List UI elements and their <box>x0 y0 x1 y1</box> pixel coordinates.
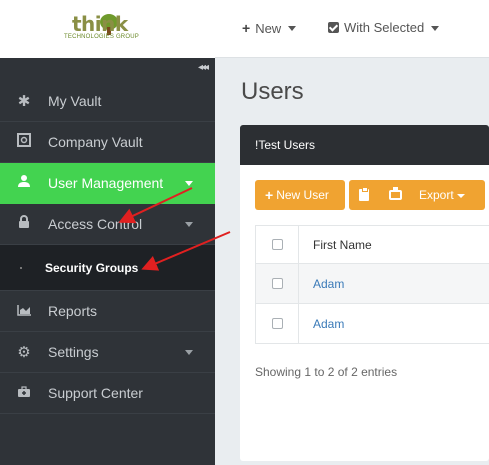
chevron-down-icon <box>431 25 440 31</box>
chevron-down-icon <box>185 181 193 186</box>
logo-area: think TECHNOLOGIES GROUP <box>0 0 215 58</box>
with-selected-dropdown-button[interactable]: With Selected <box>328 20 440 35</box>
plus-icon: + <box>265 187 274 203</box>
export-label: Export <box>419 188 454 202</box>
sidebar-nav: ✱ My Vault Company Vault User Management… <box>0 81 215 414</box>
lock-icon <box>0 215 48 233</box>
export-dropdown-button[interactable]: Export <box>419 188 465 202</box>
print-icon[interactable] <box>389 187 402 200</box>
plus-icon: + <box>242 20 251 36</box>
new-user-label: New User <box>276 188 329 202</box>
main-content: Users !Test Users + New User Export Firs… <box>215 58 489 465</box>
sidebar-item-my-vault[interactable]: ✱ My Vault <box>0 81 215 122</box>
panel-toolbar: + New User Export <box>255 180 485 210</box>
new-user-button[interactable]: + New User <box>255 180 345 210</box>
user-name-link[interactable]: Adam <box>299 277 344 291</box>
table-entries-info: Showing 1 to 2 of 2 entries <box>255 365 398 379</box>
sidebar-subitem-security-groups[interactable]: Security Groups <box>0 245 215 291</box>
page-title: Users <box>241 78 304 105</box>
clipboard-icon[interactable] <box>359 187 369 201</box>
select-all-checkbox[interactable] <box>271 239 283 250</box>
chevron-down-icon <box>185 350 193 355</box>
sidebar-item-label: Access Control <box>48 216 143 232</box>
sidebar-item-label: Security Groups <box>45 260 139 275</box>
gears-icon: ⚙ <box>17 344 31 361</box>
sidebar-item-label: Reports <box>48 303 98 319</box>
new-label: New <box>255 20 282 36</box>
collapse-sidebar-icon[interactable]: ◂◂◂ <box>198 62 209 73</box>
sidebar-item-support-center[interactable]: Support Center <box>0 373 215 414</box>
column-header-first-name[interactable]: First Name <box>299 238 372 252</box>
asterisk-icon: ✱ <box>17 93 31 110</box>
sidebar-item-access-control[interactable]: Access Control <box>0 204 215 245</box>
table-row: Adam <box>255 264 489 304</box>
sidebar-item-label: Support Center <box>48 385 143 401</box>
with-selected-label: With Selected <box>344 20 425 35</box>
safe-icon <box>0 133 48 151</box>
chevron-down-icon <box>288 26 297 31</box>
sidebar-item-label: Settings <box>48 344 99 360</box>
user-icon <box>0 174 48 192</box>
panel-title: !Test Users <box>240 125 489 165</box>
area-chart-icon <box>0 303 48 320</box>
row-checkbox[interactable] <box>271 318 283 329</box>
table-header-row: First Name <box>255 226 489 264</box>
logo-tagline: TECHNOLOGIES GROUP <box>64 34 139 40</box>
checkbox-checked-icon <box>328 22 339 33</box>
logo-word: think <box>72 12 128 36</box>
medkit-icon <box>0 385 48 402</box>
company-logo[interactable]: think TECHNOLOGIES GROUP <box>64 12 150 46</box>
table-row: Adam <box>255 304 489 344</box>
export-button-group: Export <box>349 180 485 210</box>
users-table: First Name Adam Adam <box>255 225 489 344</box>
sidebar-item-reports[interactable]: Reports <box>0 291 215 332</box>
sidebar-item-label: User Management <box>48 175 164 191</box>
row-checkbox[interactable] <box>271 278 283 289</box>
sidebar: ◂◂◂ ✱ My Vault Company Vault User Manage… <box>0 58 215 465</box>
user-name-link[interactable]: Adam <box>299 317 344 331</box>
sidebar-item-settings[interactable]: ⚙ Settings <box>0 332 215 373</box>
chevron-down-icon <box>185 222 193 227</box>
sidebar-item-label: My Vault <box>48 93 102 109</box>
sidebar-item-label: Company Vault <box>48 134 143 150</box>
new-dropdown-button[interactable]: + New <box>242 20 297 36</box>
users-panel: !Test Users + New User Export First Name <box>240 125 489 461</box>
sidebar-item-company-vault[interactable]: Company Vault <box>0 122 215 163</box>
sidebar-item-user-management[interactable]: User Management <box>0 163 215 204</box>
top-header: think TECHNOLOGIES GROUP + New With Sele… <box>0 0 489 58</box>
chevron-down-icon <box>456 193 465 198</box>
